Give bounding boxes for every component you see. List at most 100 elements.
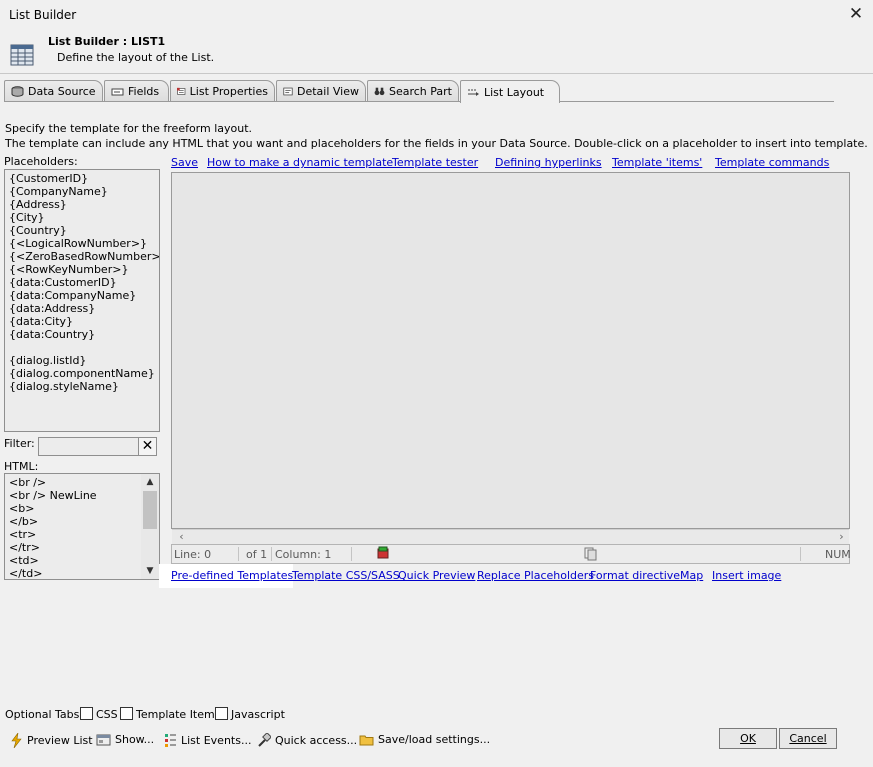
scroll-down-icon[interactable]: ▼ bbox=[141, 563, 159, 579]
list-item[interactable]: {dialog.styleName} bbox=[9, 380, 155, 393]
tab-label: Detail View bbox=[296, 85, 359, 98]
list-item[interactable]: {dialog.componentName} bbox=[9, 367, 155, 380]
scroll-right-icon[interactable]: › bbox=[834, 530, 849, 545]
editor-horizontal-scrollbar[interactable]: ‹ › bbox=[172, 529, 849, 544]
tab-search-part[interactable]: Search Part bbox=[367, 80, 459, 102]
save-link[interactable]: Save bbox=[171, 156, 198, 169]
cancel-label: Cancel bbox=[789, 732, 827, 745]
folder-icon bbox=[359, 735, 374, 746]
list-item[interactable]: <br /> bbox=[9, 476, 155, 489]
template-editor[interactable] bbox=[171, 172, 850, 529]
template-css-sass-link[interactable]: Template CSS/SASS bbox=[292, 569, 400, 582]
events-icon bbox=[165, 734, 176, 747]
list-item[interactable]: {<ZeroBasedRowNumber>} bbox=[9, 250, 159, 263]
javascript-checkbox-label: Javascript bbox=[231, 708, 285, 721]
list-item[interactable]: {CompanyName} bbox=[9, 185, 155, 198]
status-line: Line: 0 bbox=[174, 548, 212, 561]
list-item[interactable]: <tr> bbox=[9, 528, 155, 541]
list-item[interactable]: {Address} bbox=[9, 198, 155, 211]
template-items-link[interactable]: Template 'items' bbox=[612, 156, 702, 169]
status-num: NUM bbox=[825, 548, 851, 561]
list-item[interactable]: {CustomerID} bbox=[9, 172, 155, 185]
tab-list-properties[interactable]: List Properties bbox=[170, 80, 275, 102]
list-item[interactable]: {City} bbox=[9, 211, 155, 224]
list-item[interactable]: {<RowKeyNumber>} bbox=[9, 263, 155, 276]
list-item[interactable]: <br /> NewLine bbox=[9, 489, 155, 502]
quick-preview-link[interactable]: Quick Preview bbox=[398, 569, 475, 582]
tab-label: Fields bbox=[128, 85, 160, 98]
header-divider bbox=[0, 73, 873, 74]
layout-icon bbox=[468, 89, 479, 96]
window-icon bbox=[96, 734, 111, 746]
dynamic-template-help-link[interactable]: How to make a dynamic template bbox=[207, 156, 393, 169]
list-events-button[interactable]: List Events... bbox=[164, 733, 251, 748]
scroll-left-icon[interactable]: ‹ bbox=[174, 530, 189, 545]
template-items-checkbox[interactable] bbox=[120, 707, 133, 720]
save-load-settings-button[interactable]: Save/load settings... bbox=[359, 733, 490, 746]
database-icon bbox=[11, 86, 24, 97]
defining-hyperlinks-link[interactable]: Defining hyperlinks bbox=[495, 156, 602, 169]
ok-label: OK bbox=[740, 732, 756, 745]
binoculars-icon bbox=[374, 87, 385, 96]
list-item[interactable]: {data:City} bbox=[9, 315, 155, 328]
cancel-button[interactable]: Cancel bbox=[779, 728, 837, 749]
scroll-thumb[interactable] bbox=[143, 491, 157, 529]
javascript-checkbox[interactable] bbox=[215, 707, 228, 720]
status-column: Column: 1 bbox=[275, 548, 332, 561]
template-commands-link[interactable]: Template commands bbox=[715, 156, 829, 169]
scroll-up-icon[interactable]: ▲ bbox=[141, 474, 159, 490]
list-events-label: List Events... bbox=[181, 734, 252, 747]
close-icon[interactable]: ✕ bbox=[848, 6, 864, 23]
book-icon[interactable] bbox=[376, 546, 390, 563]
placeholders-list[interactable]: {CustomerID} {CompanyName} {Address} {Ci… bbox=[4, 169, 160, 432]
preview-list-button[interactable]: Preview List bbox=[11, 733, 93, 748]
header-subtitle: Define the layout of the List. bbox=[57, 51, 215, 64]
description-line-1: Specify the template for the freeform la… bbox=[5, 122, 253, 135]
show-button[interactable]: Show... bbox=[96, 733, 154, 746]
list-item[interactable]: <td> bbox=[9, 554, 155, 567]
properties-icon bbox=[177, 87, 186, 95]
html-list-scrollbar[interactable]: ▲ ▼ bbox=[141, 474, 159, 579]
template-items-checkbox-label: Template Items bbox=[136, 708, 221, 721]
tab-fields[interactable]: Fields bbox=[104, 80, 169, 102]
list-item[interactable]: {data:Address} bbox=[9, 302, 155, 315]
list-item[interactable]: {data:Country} bbox=[9, 328, 155, 341]
tab-data-source[interactable]: Data Source bbox=[4, 80, 103, 102]
css-checkbox-label: CSS bbox=[96, 708, 118, 721]
quick-access-label: Quick access... bbox=[275, 734, 358, 747]
list-item[interactable]: </b> bbox=[9, 515, 155, 528]
template-tester-link[interactable]: Template tester bbox=[392, 156, 478, 169]
list-item[interactable]: </tr> bbox=[9, 541, 155, 554]
insert-image-link[interactable]: Insert image bbox=[712, 569, 781, 582]
copy-icon[interactable] bbox=[584, 547, 598, 564]
list-item[interactable]: <b> bbox=[9, 502, 155, 515]
css-checkbox[interactable] bbox=[80, 707, 93, 720]
tab-list-layout[interactable]: List Layout bbox=[460, 80, 560, 103]
optional-tabs-label: Optional Tabs: bbox=[5, 708, 84, 721]
list-item[interactable]: {dialog.listId} bbox=[9, 354, 155, 367]
list-item[interactable]: {<LogicalRowNumber>} bbox=[9, 237, 155, 250]
list-item[interactable]: </td> bbox=[9, 567, 155, 579]
filter-label: Filter: bbox=[4, 437, 35, 450]
format-directive-link[interactable]: Format directive bbox=[590, 569, 680, 582]
predefined-templates-link[interactable]: Pre-defined Templates bbox=[171, 569, 293, 582]
ok-button[interactable]: OK bbox=[719, 728, 777, 749]
header-title: List Builder : LIST1 bbox=[48, 35, 166, 48]
tab-label: List Layout bbox=[484, 85, 545, 99]
quick-access-button[interactable]: Quick access... bbox=[257, 733, 357, 748]
list-item[interactable]: {data:CustomerID} bbox=[9, 276, 155, 289]
preview-list-label: Preview List bbox=[27, 734, 93, 747]
map-link[interactable]: Map bbox=[680, 569, 703, 582]
tab-label: Data Source bbox=[28, 85, 96, 98]
list-item[interactable]: {Country} bbox=[9, 224, 155, 237]
editor-status-bar: Line: 0 of 1 Column: 1 NUM bbox=[171, 544, 851, 564]
tab-label: List Properties bbox=[189, 85, 268, 98]
html-snippets-list[interactable]: <br /> <br /> NewLine <b> </b> <tr> </tr… bbox=[4, 473, 160, 580]
tab-baseline bbox=[4, 101, 834, 102]
replace-placeholders-link[interactable]: Replace Placeholders bbox=[477, 569, 594, 582]
filter-clear-button[interactable]: ✕ bbox=[138, 437, 157, 456]
list-item[interactable]: {data:CompanyName} bbox=[9, 289, 155, 302]
window-title: List Builder bbox=[9, 8, 77, 22]
tab-detail-view[interactable]: Detail View bbox=[276, 80, 366, 102]
filter-input[interactable] bbox=[38, 437, 139, 456]
